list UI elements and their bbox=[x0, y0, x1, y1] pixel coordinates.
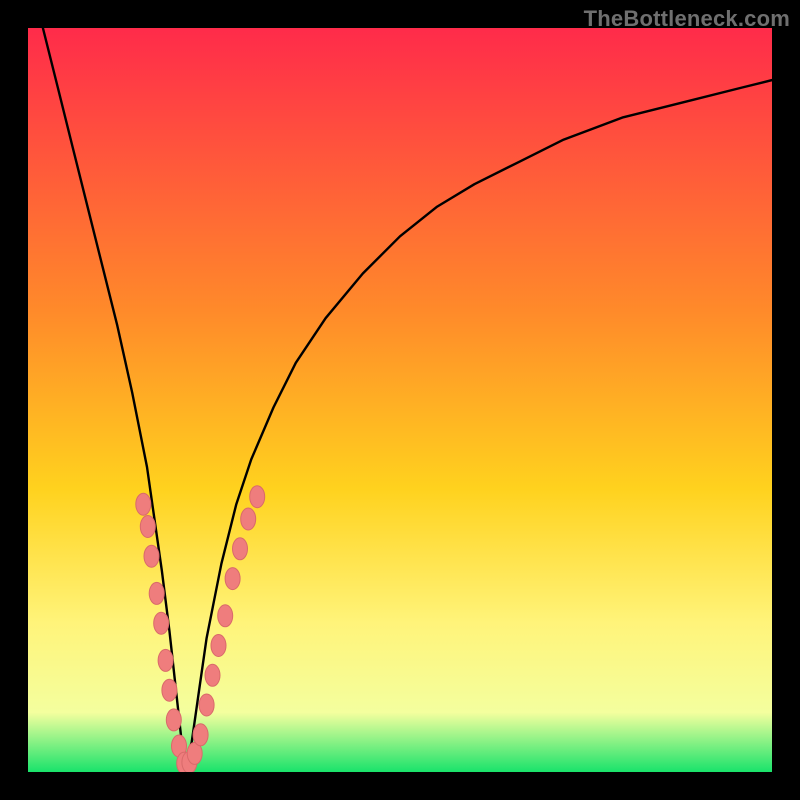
chart-frame: TheBottleneck.com bbox=[0, 0, 800, 800]
sample-dot bbox=[205, 664, 220, 686]
sample-dot bbox=[136, 493, 151, 515]
sample-dot bbox=[154, 612, 169, 634]
sample-dot bbox=[211, 635, 226, 657]
gradient-background bbox=[28, 28, 772, 772]
sample-dot bbox=[140, 516, 155, 538]
sample-dot bbox=[149, 582, 164, 604]
sample-dot bbox=[225, 568, 240, 590]
sample-dot bbox=[241, 508, 256, 530]
sample-dot bbox=[193, 724, 208, 746]
sample-dot bbox=[218, 605, 233, 627]
plot-area bbox=[28, 28, 772, 772]
sample-dot bbox=[144, 545, 159, 567]
sample-dot bbox=[250, 486, 265, 508]
sample-dot bbox=[233, 538, 248, 560]
watermark-text: TheBottleneck.com bbox=[584, 6, 790, 32]
sample-dot bbox=[162, 679, 177, 701]
bottleneck-plot-svg bbox=[28, 28, 772, 772]
sample-dot bbox=[199, 694, 214, 716]
sample-dot bbox=[158, 649, 173, 671]
sample-dot bbox=[166, 709, 181, 731]
